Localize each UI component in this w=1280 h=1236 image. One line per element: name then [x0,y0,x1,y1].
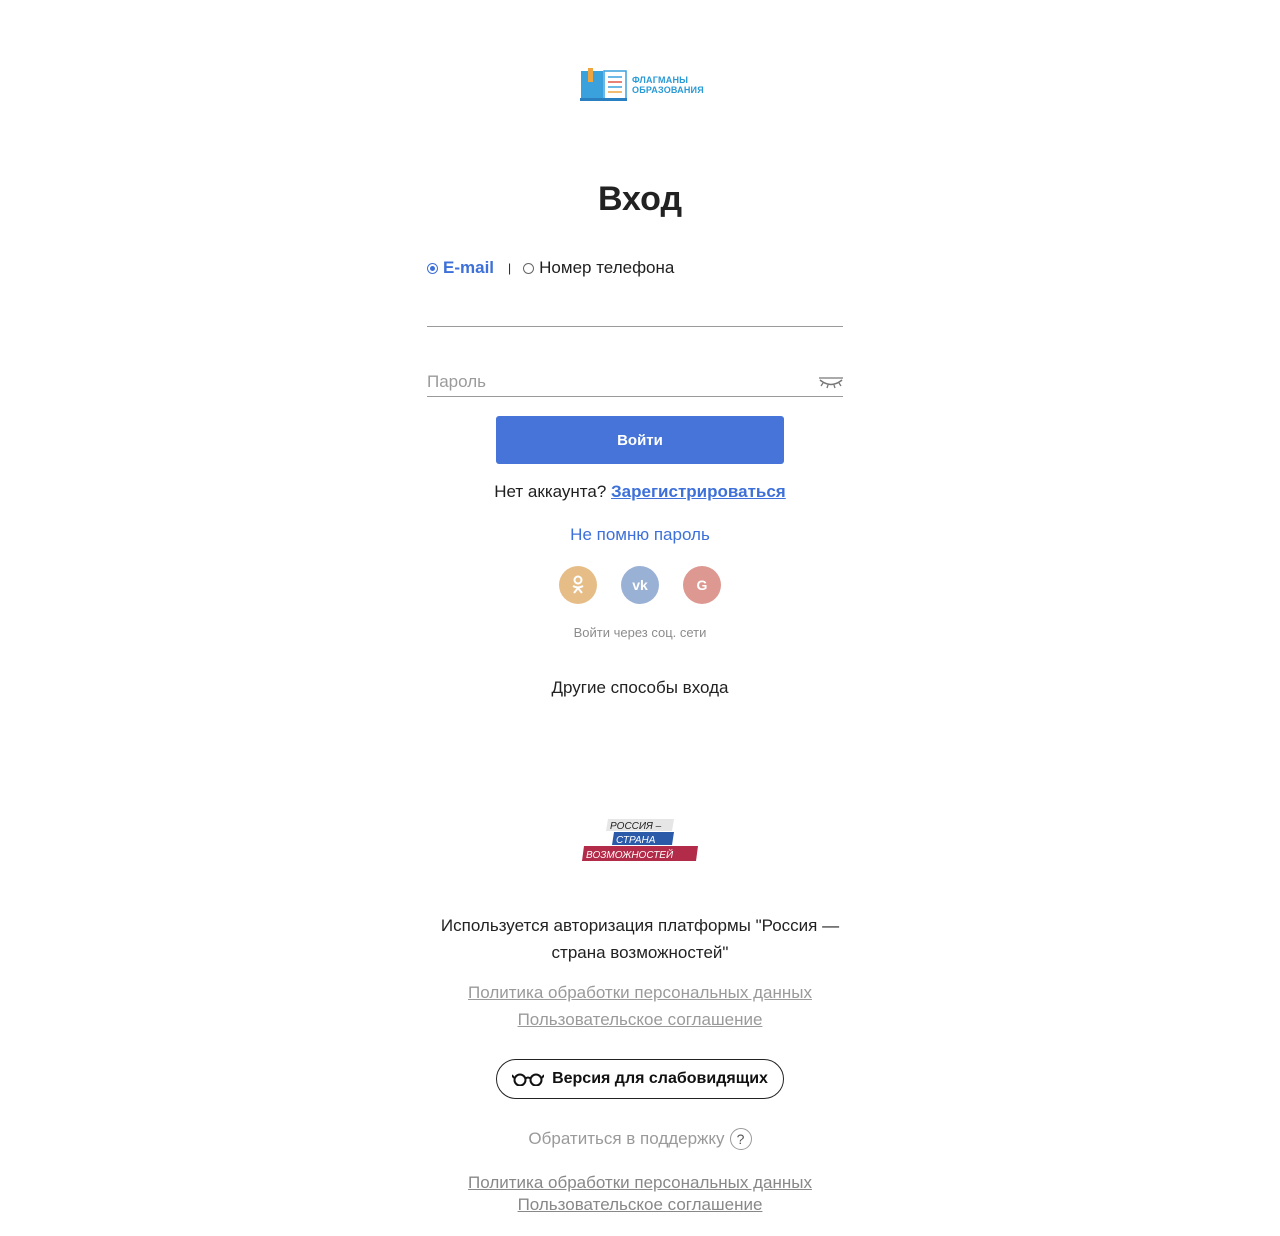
google-icon: G [696,577,708,593]
privacy-policy-link[interactable]: Политика обработки персональных данных [0,983,1280,1003]
social-caption: Войти через соц. сети [573,625,707,640]
book-icon [580,68,627,101]
phone-radio-label[interactable]: Номер телефона [539,258,674,278]
email-radio[interactable] [427,262,438,274]
register-prompt-text: Нет аккаунта? [494,482,607,501]
rsv-logo-line3: ВОЗМОЖНОСТЕЙ [586,848,674,861]
support-label: Обратиться в поддержку [528,1129,725,1148]
email-radio-label[interactable]: E-mail [443,258,494,278]
rsv-logo-line1: РОССИЯ – [610,821,662,832]
hide-password-icon[interactable] [818,375,844,389]
odnoklassniki-button[interactable] [559,566,597,604]
forgot-password-link[interactable]: Не помню пароль [0,525,1280,545]
phone-radio[interactable] [523,262,535,274]
glasses-icon [512,1073,545,1086]
user-agreement-link[interactable]: Пользовательское соглашение [0,1010,1280,1030]
auth-note: Используется авторизация платформы "Росс… [440,916,840,962]
brand-logo-line1: ФЛАГМАНЫ [632,75,689,85]
odnoklassniki-icon [572,575,584,594]
register-prompt: Нет аккаунта? Зарегистрироваться [0,482,1280,502]
rsv-logo: РОССИЯ – СТРАНА ВОЗМОЖНОСТЕЙ [582,819,698,861]
register-link[interactable]: Зарегистрироваться [611,482,786,501]
low-vision-version-label: Версия для слабовидящих [552,1070,768,1087]
rsv-logo-line2: СТРАНА [616,835,656,846]
google-button[interactable]: G [683,566,721,604]
low-vision-version-button[interactable]: Версия для слабовидящих [496,1059,784,1099]
login-mode-switch: E-mail | Номер телефона [427,258,674,278]
brand-logo-line2: ОБРАЗОВАНИЯ [632,85,704,95]
login-button[interactable]: Войти [496,416,784,464]
other-login-methods-link[interactable]: Другие способы входа [0,678,1280,698]
mode-separator: | [508,261,512,275]
vk-button[interactable]: vk [621,566,659,604]
page-title: Вход [597,180,683,218]
password-input[interactable] [427,368,843,397]
user-agreement-link-bottom[interactable]: Пользовательское соглашение [0,1195,1280,1215]
brand-logo: ФЛАГМАНЫ ОБРАЗОВАНИЯ [580,68,704,102]
brand-logo-text: ФЛАГМАНЫ ОБРАЗОВАНИЯ [632,75,704,95]
vk-icon: vk [632,577,648,593]
question-icon: ? [729,1128,752,1150]
privacy-policy-link-bottom[interactable]: Политика обработки персональных данных [0,1173,1280,1193]
email-input[interactable] [427,300,843,327]
support-link[interactable]: Обратиться в поддержку ? [0,1128,1280,1150]
